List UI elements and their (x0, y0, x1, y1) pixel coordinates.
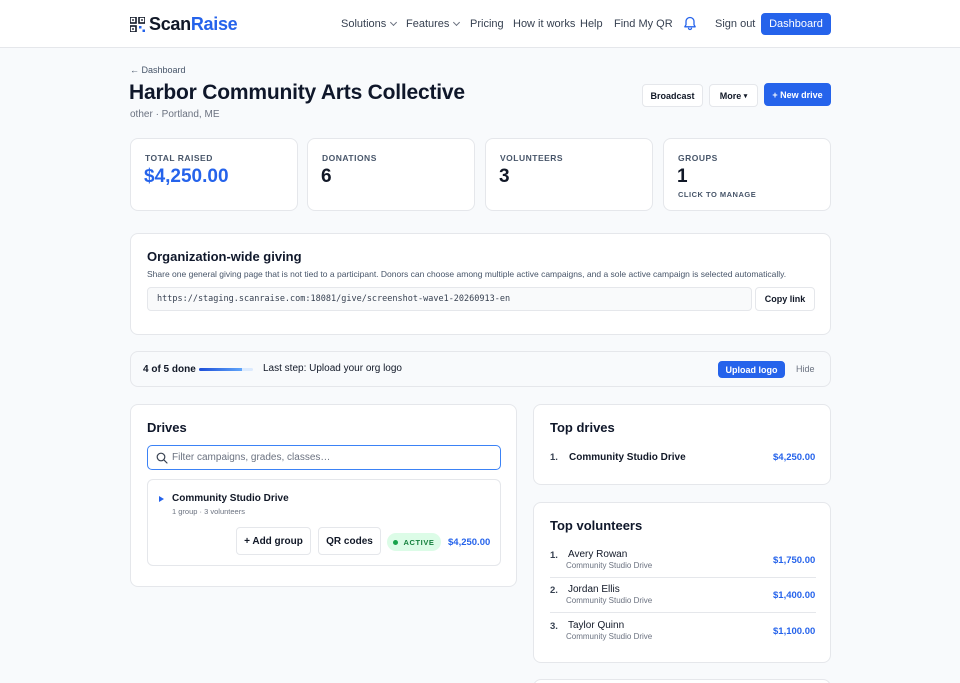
chevron-down-icon (390, 18, 398, 27)
org-subtitle: other · Portland, ME (130, 109, 220, 120)
search-icon (156, 452, 168, 464)
drive-row[interactable]: Community Studio Drive 1 group · 3 volun… (147, 479, 501, 566)
nav-features-label: Features (406, 18, 450, 30)
drive-amount: $4,250.00 (448, 537, 491, 548)
volunteer-amount: $1,750.00 (773, 555, 816, 566)
nav-help[interactable]: Help (580, 0, 603, 48)
rank-number: 2. (550, 585, 558, 596)
stat-groups[interactable]: GROUPS 1 CLICK TO MANAGE (663, 138, 831, 211)
page-title: Harbor Community Arts Collective (129, 81, 465, 104)
qr-logo-icon (130, 17, 145, 32)
status-dot-icon (393, 539, 399, 545)
stat-label: DONATIONS (322, 153, 377, 163)
stat-total-raised: TOTAL RAISED $4,250.00 (130, 138, 298, 211)
volunteer-name[interactable]: Avery Rowan (568, 549, 627, 560)
next-card-edge (533, 679, 831, 683)
qr-codes-button[interactable]: QR codes (318, 527, 381, 555)
rank-number: 1. (550, 550, 558, 561)
volunteer-drive: Community Studio Drive (566, 596, 653, 605)
list-divider (550, 612, 816, 613)
more-button[interactable]: More ▾ (709, 84, 758, 107)
nav-find-my-qr[interactable]: Find My QR (614, 0, 673, 48)
brand-name-part1: Scan (149, 14, 191, 34)
stat-volunteers: VOLUNTEERS 3 (485, 138, 653, 211)
stat-label: TOTAL RAISED (145, 153, 213, 163)
progress-count: 4 of 5 done (143, 364, 196, 375)
rank-number: 3. (550, 621, 558, 632)
new-drive-button[interactable]: + New drive (764, 83, 831, 106)
drive-name[interactable]: Community Studio Drive (172, 493, 289, 504)
volunteer-amount: $1,100.00 (773, 626, 816, 637)
list-divider (550, 577, 816, 578)
stat-value: 3 (499, 166, 510, 187)
drive-filter-input[interactable]: Filter campaigns, grades, classes… (147, 445, 501, 470)
volunteer-amount: $1,400.00 (773, 590, 816, 601)
stat-value: 1 (677, 166, 688, 187)
drives-card: Drives Filter campaigns, grades, classes… (130, 404, 517, 587)
stat-value: 6 (321, 166, 332, 187)
org-giving-card: Organization-wide giving Share one gener… (130, 233, 831, 335)
top-drive-name[interactable]: Community Studio Drive (569, 452, 686, 463)
broadcast-button[interactable]: Broadcast (642, 84, 703, 107)
giving-url-field[interactable]: https://staging.scanraise.com:18081/give… (147, 287, 752, 311)
more-button-label: More (719, 90, 742, 101)
bell-icon[interactable] (683, 16, 697, 31)
stat-value: $4,250.00 (144, 166, 229, 187)
status-label: ACTIVE (403, 537, 435, 547)
nav-features[interactable]: Features (406, 0, 461, 48)
drive-meta: 1 group · 3 volunteers (172, 507, 245, 516)
top-drives-card: Top drives 1. Community Studio Drive $4,… (533, 404, 831, 485)
dashboard-button[interactable]: Dashboard (761, 13, 831, 35)
hide-button[interactable]: Hide (796, 364, 815, 374)
status-badge: ACTIVE (387, 533, 441, 551)
rank-number: 1. (550, 452, 558, 463)
org-giving-description: Share one general giving page that is no… (147, 269, 787, 279)
progress-step-text: Last step: Upload your org logo (263, 363, 402, 374)
drives-title: Drives (147, 420, 187, 435)
top-nav: Scan Raise Solutions Features Pricing How… (0, 0, 960, 48)
setup-progress-bar: 4 of 5 done Last step: Upload your org l… (130, 351, 831, 387)
brand-name-part2: Raise (190, 14, 238, 34)
sign-out-link[interactable]: Sign out (715, 0, 755, 48)
upload-logo-button[interactable]: Upload logo (718, 361, 785, 378)
volunteer-drive: Community Studio Drive (566, 561, 653, 570)
org-giving-title: Organization-wide giving (147, 249, 302, 264)
stat-donations: DONATIONS 6 (307, 138, 475, 211)
copy-link-button[interactable]: Copy link (755, 287, 815, 311)
stat-manage-hint: CLICK TO MANAGE (678, 190, 757, 199)
caret-down-icon: ▾ (743, 92, 748, 100)
top-drives-title: Top drives (550, 420, 615, 435)
volunteer-drive: Community Studio Drive (566, 632, 653, 641)
progress-track (199, 368, 253, 371)
stat-label: VOLUNTEERS (500, 153, 564, 163)
volunteer-name[interactable]: Taylor Quinn (568, 620, 624, 631)
top-volunteers-card: Top volunteers 1. Avery Rowan Community … (533, 502, 831, 663)
back-to-dashboard-link[interactable]: ← Dashboard (130, 65, 186, 75)
brand-logo[interactable]: Scan Raise (130, 14, 238, 35)
nav-how-it-works[interactable]: How it works (513, 0, 575, 48)
top-drive-amount: $4,250.00 (773, 452, 816, 463)
nav-pricing[interactable]: Pricing (470, 0, 504, 48)
add-group-button[interactable]: + Add group (236, 527, 311, 555)
nav-solutions-label: Solutions (341, 18, 387, 30)
chevron-down-icon (453, 18, 461, 27)
stat-label: GROUPS (678, 153, 718, 163)
top-volunteers-title: Top volunteers (550, 518, 643, 533)
nav-solutions[interactable]: Solutions (341, 0, 398, 48)
progress-fill (199, 368, 243, 371)
volunteer-name[interactable]: Jordan Ellis (568, 584, 620, 595)
expand-caret-icon[interactable] (159, 496, 164, 502)
